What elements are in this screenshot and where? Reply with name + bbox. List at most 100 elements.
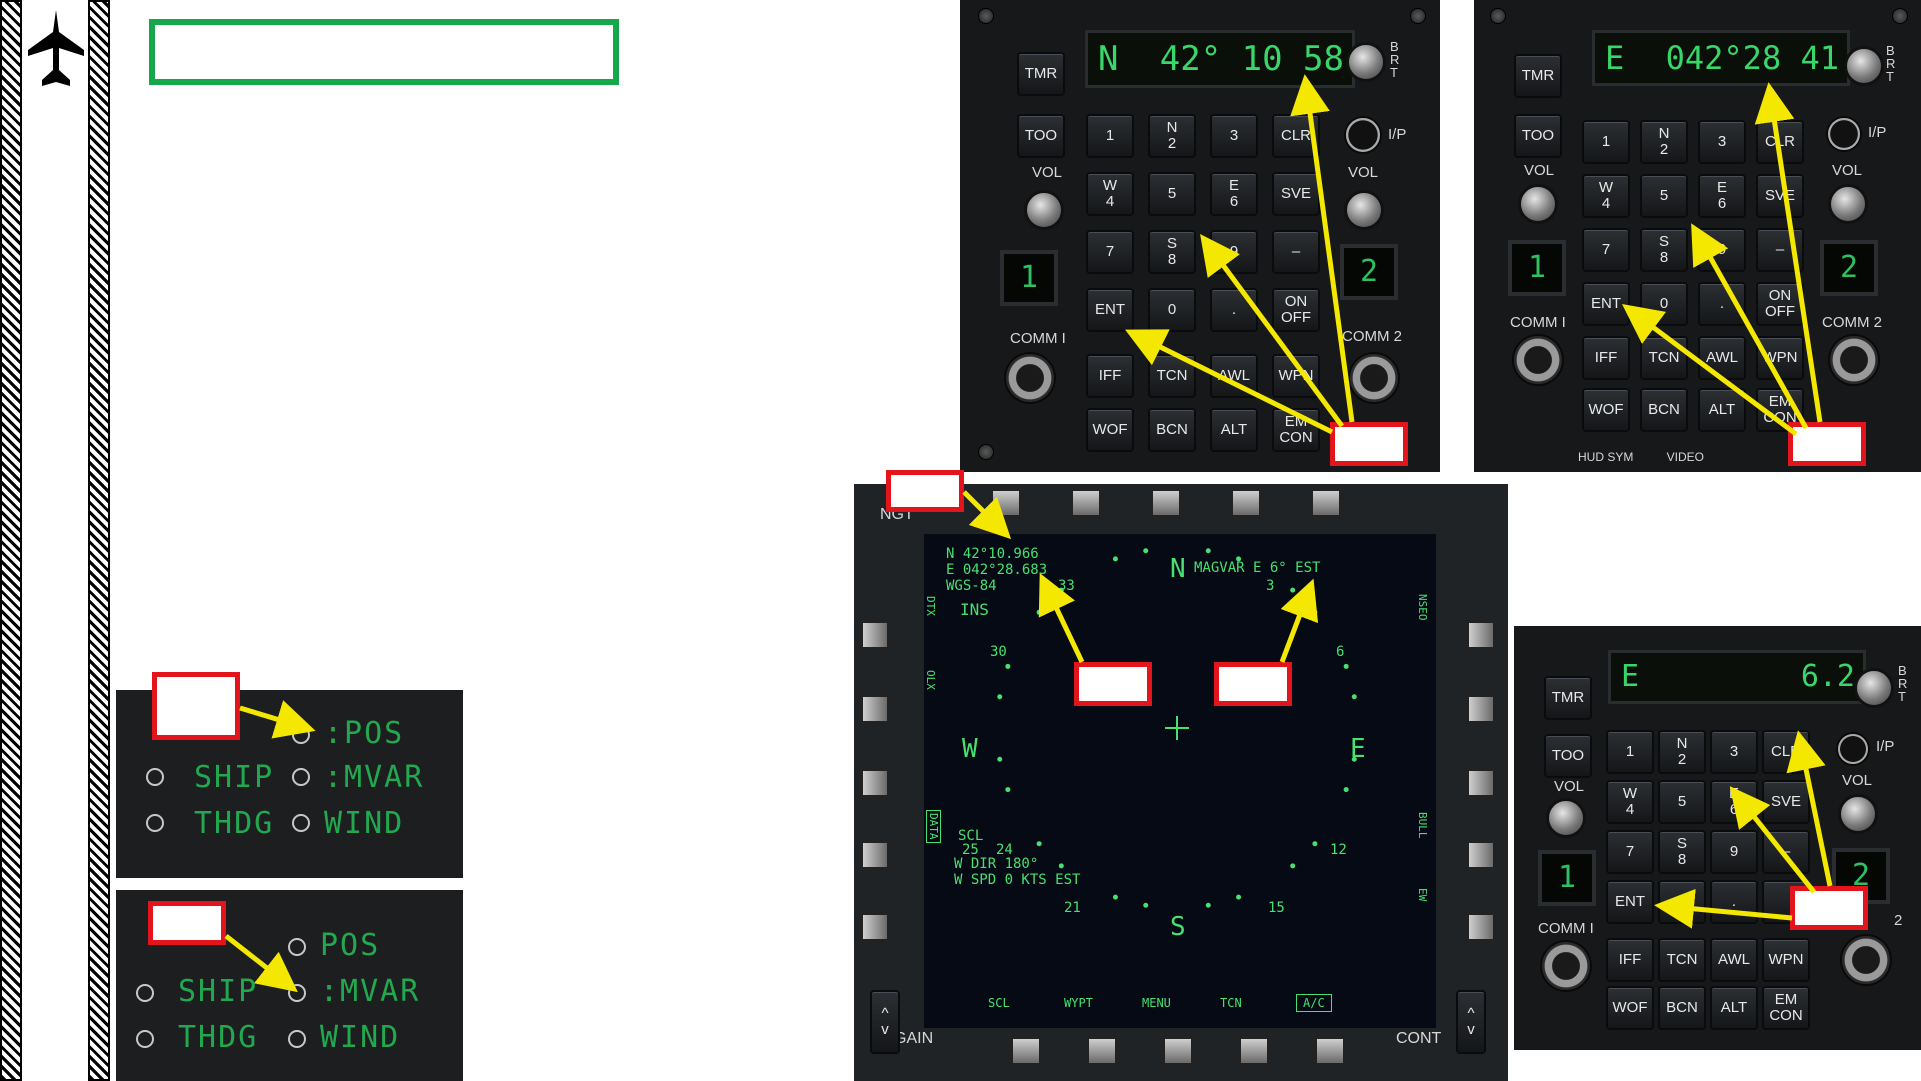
option-select-pos[interactable] [292, 726, 310, 744]
function-key[interactable]: WPN [1756, 336, 1804, 380]
comm2-knob[interactable] [1840, 934, 1892, 986]
osb-right-4[interactable] [1466, 840, 1496, 870]
function-key[interactable]: IFF [1606, 938, 1654, 982]
keypad-key[interactable]: W4 [1606, 780, 1654, 824]
vol-knob-right[interactable] [1344, 190, 1384, 230]
tmr-button[interactable]: TMR [1514, 54, 1562, 98]
keypad-key[interactable]: W4 [1582, 174, 1630, 218]
function-key[interactable]: WOF [1086, 408, 1134, 452]
keypad-key[interactable]: ON OFF [1272, 288, 1320, 332]
function-key[interactable]: IFF [1582, 336, 1630, 380]
osb-top-2[interactable] [1070, 488, 1102, 518]
function-key[interactable]: TCN [1148, 354, 1196, 398]
keypad-key[interactable]: SVE [1272, 172, 1320, 216]
osb-left-1[interactable] [860, 620, 890, 650]
function-key[interactable]: TCN [1640, 336, 1688, 380]
keypad-key[interactable]: 7 [1086, 230, 1134, 274]
function-key[interactable]: AWL [1710, 938, 1758, 982]
option-select-wind[interactable] [292, 814, 310, 832]
osb-bottom-3[interactable] [1162, 1036, 1194, 1066]
keypad-key[interactable]: 0 [1658, 880, 1706, 924]
osb-left-4[interactable] [860, 840, 890, 870]
option-select-ship[interactable] [136, 984, 154, 1002]
brt-knob[interactable] [1854, 668, 1894, 708]
function-key[interactable]: BCN [1640, 388, 1688, 432]
brt-knob[interactable] [1346, 42, 1386, 82]
keypad-key[interactable]: 9 [1210, 230, 1258, 274]
keypad-key[interactable]: SVE [1762, 780, 1810, 824]
keypad-key[interactable]: CLR [1756, 120, 1804, 164]
keypad-key[interactable]: – [1756, 228, 1804, 272]
keypad-key[interactable]: 7 [1606, 830, 1654, 874]
function-key[interactable]: ALT [1710, 986, 1758, 1030]
too-button[interactable]: TOO [1544, 734, 1592, 778]
function-key[interactable]: TCN [1658, 938, 1706, 982]
keypad-key[interactable]: N2 [1148, 114, 1196, 158]
comm2-knob[interactable] [1828, 334, 1880, 386]
keypad-key[interactable]: S8 [1658, 830, 1706, 874]
keypad-key[interactable]: 0 [1640, 282, 1688, 326]
keypad-key[interactable]: SVE [1756, 174, 1804, 218]
keypad-key[interactable]: E6 [1710, 780, 1758, 824]
function-key[interactable]: WOF [1606, 986, 1654, 1030]
vol-knob-left[interactable] [1546, 798, 1586, 838]
option-scl[interactable]: SCL [988, 996, 1010, 1010]
option-wypt[interactable]: WYPT [1064, 996, 1093, 1010]
comm1-knob[interactable] [1512, 334, 1564, 386]
option-select-pos[interactable] [288, 938, 306, 956]
keypad-key[interactable]: . [1698, 282, 1746, 326]
brt-knob[interactable] [1844, 46, 1884, 86]
function-key[interactable]: BCN [1148, 408, 1196, 452]
vol-knob-left[interactable] [1024, 190, 1064, 230]
keypad-key[interactable]: CLR [1762, 730, 1810, 774]
keypad-key[interactable]: S8 [1148, 230, 1196, 274]
keypad-key[interactable]: 3 [1698, 120, 1746, 164]
osb-right-3[interactable] [1466, 768, 1496, 798]
option-select-mvar[interactable] [288, 984, 306, 1002]
keypad-key[interactable]: 7 [1582, 228, 1630, 272]
option-select-thdg[interactable] [146, 814, 164, 832]
keypad-key[interactable]: – [1272, 230, 1320, 274]
function-key[interactable]: BCN [1658, 986, 1706, 1030]
option-tcn[interactable]: TCN [1220, 996, 1242, 1010]
function-key[interactable]: EM CON [1272, 408, 1320, 452]
osb-right-1[interactable] [1466, 620, 1496, 650]
osb-top-1[interactable] [990, 488, 1022, 518]
keypad-key[interactable]: 3 [1710, 730, 1758, 774]
osb-bottom-4[interactable] [1238, 1036, 1270, 1066]
keypad-key[interactable]: ON OFF [1756, 282, 1804, 326]
osb-top-4[interactable] [1230, 488, 1262, 518]
vol-knob-right[interactable] [1828, 184, 1868, 224]
function-key[interactable]: WPN [1762, 938, 1810, 982]
keypad-key[interactable]: W4 [1086, 172, 1134, 216]
keypad-key[interactable]: 0 [1148, 288, 1196, 332]
option-select-thdg[interactable] [136, 1030, 154, 1048]
keypad-key[interactable]: ENT [1086, 288, 1134, 332]
keypad-key[interactable]: CLR [1272, 114, 1320, 158]
tmr-button[interactable]: TMR [1544, 676, 1592, 720]
option-select-mvar[interactable] [292, 768, 310, 786]
keypad-key[interactable]: N2 [1658, 730, 1706, 774]
function-key[interactable]: IFF [1086, 354, 1134, 398]
keypad-key[interactable]: 5 [1658, 780, 1706, 824]
osb-left-5[interactable] [860, 912, 890, 942]
keypad-key[interactable]: . [1710, 880, 1758, 924]
function-key[interactable]: AWL [1698, 336, 1746, 380]
keypad-key[interactable]: ENT [1606, 880, 1654, 924]
option-select-wind[interactable] [288, 1030, 306, 1048]
keypad-key[interactable]: 5 [1148, 172, 1196, 216]
keypad-key[interactable]: – [1762, 830, 1810, 874]
osb-top-5[interactable] [1310, 488, 1342, 518]
function-key[interactable]: ALT [1210, 408, 1258, 452]
keypad-key[interactable]: S8 [1640, 228, 1688, 272]
cont-rocker[interactable]: ^ v [1456, 990, 1486, 1054]
ip-button[interactable] [1836, 732, 1870, 766]
keypad-key[interactable]: 3 [1210, 114, 1258, 158]
function-key[interactable]: EM CON [1762, 986, 1810, 1030]
gain-rocker[interactable]: ^ v [870, 990, 900, 1054]
function-key[interactable]: WOF [1582, 388, 1630, 432]
function-key[interactable]: WPN [1272, 354, 1320, 398]
keypad-key[interactable]: ENT [1582, 282, 1630, 326]
option-ac[interactable]: A/C [1296, 994, 1332, 1012]
function-key[interactable]: ALT [1698, 388, 1746, 432]
